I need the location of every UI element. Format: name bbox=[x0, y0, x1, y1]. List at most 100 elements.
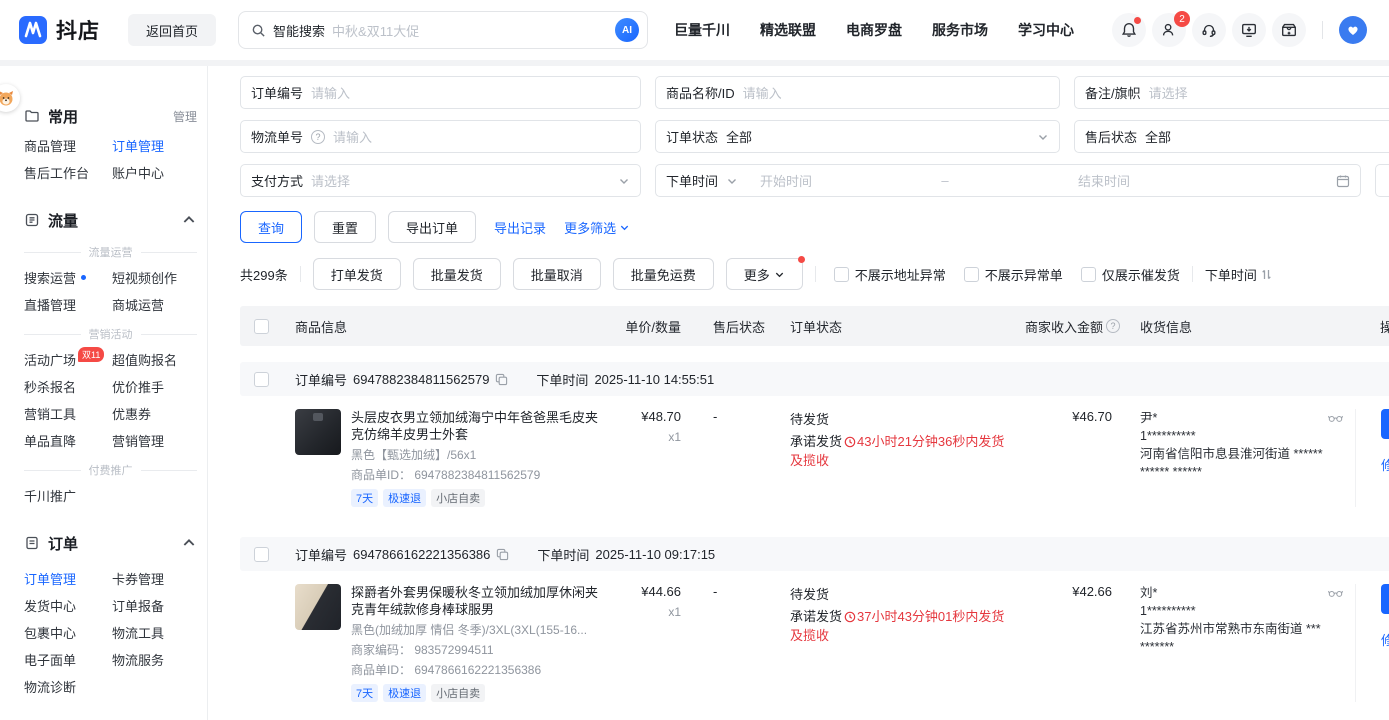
sidebar-item-package-center[interactable]: 包裹中心 bbox=[24, 619, 112, 646]
notification-bell-icon[interactable] bbox=[1112, 13, 1146, 47]
help-icon[interactable]: ? bbox=[311, 130, 325, 144]
sidebar-item-order-report[interactable]: 订单报备 bbox=[112, 592, 197, 619]
privacy-view-icon[interactable] bbox=[1328, 586, 1343, 601]
sidebar-item-search-ops[interactable]: 搜索运营 bbox=[24, 264, 112, 291]
batch-cancel-button[interactable]: 批量取消 bbox=[513, 258, 601, 290]
order-header: 订单编号 6947866162221356386 下单时间 2025-11-10… bbox=[240, 537, 1389, 571]
filter-product-name[interactable]: 商品名称/ID 请输入 bbox=[655, 76, 1060, 109]
filter-payment-method[interactable]: 支付方式 请选择 bbox=[240, 164, 641, 197]
resource-box-icon[interactable] bbox=[1272, 13, 1306, 47]
global-search-input[interactable]: 智能搜索 中秋&双11大促 AI bbox=[238, 11, 648, 49]
tag-7day: 7天 bbox=[351, 489, 378, 507]
sidebar-item-activity-plaza[interactable]: 活动广场双11 bbox=[24, 346, 112, 373]
download-client-icon[interactable] bbox=[1232, 13, 1266, 47]
filter-order-no[interactable]: 订单编号 请输入 bbox=[240, 76, 641, 109]
filter-remark-flag[interactable]: 备注/旗帜 请选择 bbox=[1074, 76, 1389, 109]
sidebar-item-logistics-service[interactable]: 物流服务 bbox=[112, 646, 197, 673]
order-status-value: 待发货 bbox=[790, 584, 1025, 603]
hide-abnormal-order-checkbox[interactable]: 不展示异常单 bbox=[964, 265, 1063, 284]
sidebar-item-mall-ops[interactable]: 商城运营 bbox=[112, 291, 197, 318]
sidebar-item-value-buy[interactable]: 超值购报名 bbox=[112, 346, 197, 373]
sidebar-item-order-mgmt-2[interactable]: 订单管理 bbox=[24, 565, 112, 592]
sidebar-item-marketing-mgmt[interactable]: 营销管理 bbox=[112, 427, 197, 454]
print-ship-button[interactable]: 打单发货 bbox=[313, 258, 401, 290]
edit-address-link[interactable]: 修 bbox=[1381, 630, 1389, 649]
filter-order-status[interactable]: 订单状态 全部 bbox=[655, 120, 1060, 153]
order-checkbox[interactable] bbox=[254, 372, 269, 387]
sidebar-item-marketing-tools[interactable]: 营销工具 bbox=[24, 400, 112, 427]
sidebar-item-single-discount[interactable]: 单品直降 bbox=[24, 427, 112, 454]
sidebar-item-account-center[interactable]: 账户中心 bbox=[112, 159, 197, 186]
export-orders-button[interactable]: 导出订单 bbox=[388, 211, 476, 243]
nav-xuexi[interactable]: 学习中心 bbox=[1018, 20, 1074, 40]
ai-search-button[interactable]: AI bbox=[615, 18, 639, 42]
traffic-icon bbox=[24, 212, 40, 228]
sidebar-item-shortvideo[interactable]: 短视频创作 bbox=[112, 264, 197, 291]
sidebar-item-live-mgmt[interactable]: 直播管理 bbox=[24, 291, 112, 318]
search-prefix: 智能搜索 bbox=[273, 21, 325, 40]
sidebar-item-logistics-diagnosis[interactable]: 物流诊断 bbox=[24, 673, 112, 700]
privacy-view-icon[interactable] bbox=[1328, 411, 1343, 426]
tag-fast-refund: 极速退 bbox=[383, 684, 426, 702]
col-product-info: 商品信息 bbox=[295, 317, 615, 336]
reset-button[interactable]: 重置 bbox=[314, 211, 376, 243]
search-button[interactable]: 查询 bbox=[240, 211, 302, 243]
filter-tracking-no[interactable]: 物流单号 ? 请输入 bbox=[240, 120, 641, 153]
product-image[interactable] bbox=[295, 409, 341, 455]
sort-by-order-time[interactable]: 下单时间 bbox=[1205, 265, 1272, 284]
sidebar-item-aftersale-bench[interactable]: 售后工作台 bbox=[24, 159, 112, 186]
filter-aftersale-status[interactable]: 售后状态 全部 bbox=[1074, 120, 1389, 153]
folder-icon bbox=[24, 108, 40, 124]
sidebar-item-qianchuan-promo[interactable]: 千川推广 bbox=[24, 482, 112, 509]
calendar-icon[interactable] bbox=[1336, 174, 1350, 188]
product-title[interactable]: 头层皮衣男立领加绒海宁中年爸爸黑毛皮夹克仿绵羊皮男士外套 bbox=[351, 409, 599, 443]
sidebar-item-logistics-tools[interactable]: 物流工具 bbox=[112, 619, 197, 646]
sidebar-item-flashsale[interactable]: 秒杀报名 bbox=[24, 373, 112, 400]
filter-extra-clipped[interactable] bbox=[1375, 164, 1389, 197]
sidebar-item-card-coupon[interactable]: 卡券管理 bbox=[112, 565, 197, 592]
back-home-button[interactable]: 返回首页 bbox=[128, 14, 216, 46]
filter-order-time-range[interactable]: 下单时间 开始时间 – 结束时间 bbox=[655, 164, 1361, 197]
hide-address-abnormal-checkbox[interactable]: 不展示地址异常 bbox=[834, 265, 946, 284]
product-title[interactable]: 探爵者外套男保暖秋冬立领加绒加厚休闲夹克青年绒款修身棒球服男 bbox=[351, 584, 599, 618]
chevron-up-icon[interactable] bbox=[181, 212, 197, 228]
col-receiver-info: 收货信息 bbox=[1140, 317, 1355, 336]
more-actions-button[interactable]: 更多 bbox=[726, 258, 803, 290]
sidebar-item-product-mgmt[interactable]: 商品管理 bbox=[24, 132, 112, 159]
only-urged-checkbox[interactable]: 仅展示催发货 bbox=[1081, 265, 1180, 284]
sidebar-item-price-pusher[interactable]: 优价推手 bbox=[112, 373, 197, 400]
chevron-up-icon[interactable] bbox=[181, 535, 197, 551]
ship-button-clipped[interactable] bbox=[1381, 409, 1389, 439]
copy-icon[interactable] bbox=[495, 373, 508, 386]
select-all-checkbox[interactable] bbox=[254, 319, 269, 334]
batch-ship-button[interactable]: 批量发货 bbox=[413, 258, 501, 290]
income-help-icon[interactable]: ? bbox=[1106, 319, 1120, 333]
assistant-pet-icon[interactable] bbox=[0, 84, 20, 112]
copy-icon[interactable] bbox=[496, 548, 509, 561]
customer-service-icon[interactable] bbox=[1192, 13, 1226, 47]
export-log-link[interactable]: 导出记录 bbox=[494, 218, 546, 237]
topbar-divider bbox=[1322, 21, 1323, 39]
batch-free-shipping-button[interactable]: 批量免运费 bbox=[613, 258, 714, 290]
edit-address-link[interactable]: 修 bbox=[1381, 455, 1389, 474]
product-image[interactable] bbox=[295, 584, 341, 630]
doudian-logo[interactable]: 抖店 bbox=[18, 15, 100, 45]
manage-link[interactable]: 管理 bbox=[173, 108, 197, 125]
nav-jingxuan[interactable]: 精选联盟 bbox=[760, 20, 816, 40]
nav-luopan[interactable]: 电商罗盘 bbox=[846, 20, 902, 40]
nav-fuwu[interactable]: 服务市场 bbox=[932, 20, 988, 40]
topbar: 抖店 返回首页 智能搜索 中秋&双11大促 AI 巨量千川 精选联盟 电商罗盘 … bbox=[0, 0, 1389, 60]
col-price-qty: 单价/数量 bbox=[615, 317, 695, 336]
more-filters-link[interactable]: 更多筛选 bbox=[564, 218, 630, 237]
contacts-icon[interactable]: 2 bbox=[1152, 13, 1186, 47]
clock-icon bbox=[844, 610, 856, 627]
sidebar-item-coupons[interactable]: 优惠券 bbox=[112, 400, 197, 427]
sidebar-item-ship-center[interactable]: 发货中心 bbox=[24, 592, 112, 619]
order-checkbox[interactable] bbox=[254, 547, 269, 562]
sidebar-item-ewaybill[interactable]: 电子面单 bbox=[24, 646, 112, 673]
account-avatar[interactable] bbox=[1339, 16, 1367, 44]
ship-button-clipped[interactable] bbox=[1381, 584, 1389, 614]
sidebar-item-order-mgmt[interactable]: 订单管理 bbox=[112, 132, 197, 159]
nav-qianchuan[interactable]: 巨量千川 bbox=[674, 20, 730, 40]
search-icon bbox=[251, 23, 266, 38]
